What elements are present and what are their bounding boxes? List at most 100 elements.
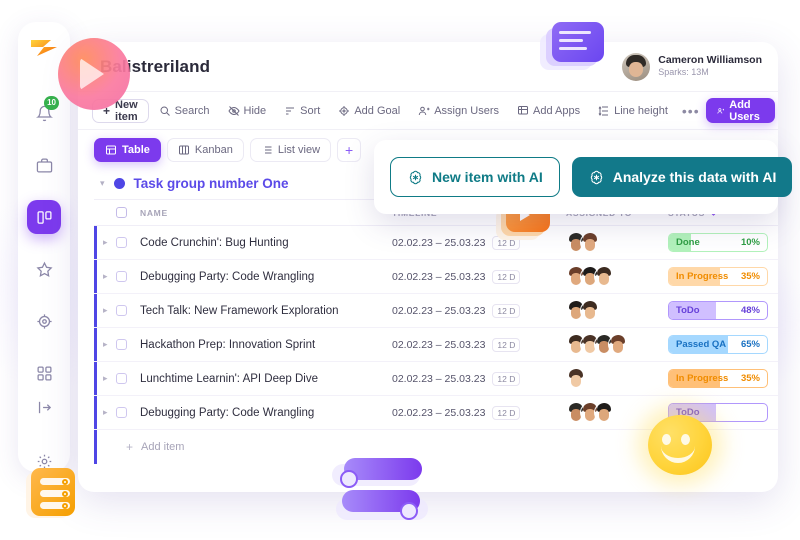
timeline-range: 02.02.23 – 25.03.23 xyxy=(392,304,486,317)
expand-row-button[interactable]: ▸ xyxy=(94,407,116,418)
status-badge[interactable]: ToDo 48% xyxy=(668,301,768,320)
timeline-range: 02.02.23 – 25.03.23 xyxy=(392,270,486,283)
sidebar-item-favorites[interactable] xyxy=(27,252,61,286)
table-row[interactable]: ▸ Debugging Party: Code Wrangling 02.02.23… xyxy=(94,260,778,294)
task-timeline[interactable]: 02.02.23 – 25.03.23 12 D xyxy=(392,269,560,284)
add-view-button[interactable]: + xyxy=(337,138,362,162)
window-header: Balistreriland Cameron Williamson Sparks… xyxy=(78,42,778,92)
status-label: In Progress xyxy=(676,373,729,384)
sidebar-item-collapse-sidebar[interactable] xyxy=(27,390,61,424)
timeline-range: 02.02.23 – 25.03.23 xyxy=(392,406,486,419)
row-checkbox[interactable] xyxy=(116,305,127,316)
task-timeline[interactable]: 02.02.23 – 25.03.23 12 D xyxy=(392,371,560,386)
group-color-bar xyxy=(94,328,97,361)
decorative-smiley-emoji xyxy=(648,415,712,475)
toolbar-add-apps-button[interactable]: Add Apps xyxy=(509,99,588,123)
toolbar-hide-button[interactable]: Hide xyxy=(220,99,275,123)
group-color-bar xyxy=(94,396,97,429)
status-badge[interactable]: Done 10% xyxy=(668,233,768,252)
status-label: Done xyxy=(676,237,700,248)
expand-row-button[interactable]: ▸ xyxy=(94,373,116,384)
row-checkbox[interactable] xyxy=(116,373,127,384)
task-assignees[interactable] xyxy=(560,232,668,253)
select-all-checkbox[interactable] xyxy=(116,207,127,218)
table-row[interactable]: ▸ Lunchtime Learnin': API Deep Dive 02.02.… xyxy=(94,362,778,396)
task-assignees[interactable] xyxy=(560,334,668,355)
sidebar-item-apps[interactable] xyxy=(27,356,61,390)
target-icon xyxy=(339,105,350,116)
task-timeline[interactable]: 02.02.23 – 25.03.23 12 D xyxy=(392,303,560,318)
status-percent: 35% xyxy=(740,373,760,384)
analyze-data-with-ai-button[interactable]: Analyze this data with AI xyxy=(571,157,793,197)
task-name: Debugging Party: Code Wrangling xyxy=(140,406,315,419)
status-badge[interactable]: In Progress 35% xyxy=(668,267,768,286)
table-row[interactable]: ▸ Code Crunchin': Bug Hunting 02.02.23 – 2… xyxy=(94,226,778,260)
status-badge[interactable]: In Progress 35% xyxy=(668,369,768,388)
decorative-card-top xyxy=(540,20,606,78)
tab-label: List view xyxy=(277,144,321,156)
chevron-down-icon[interactable]: ▾ xyxy=(100,178,105,189)
avatar xyxy=(580,232,601,253)
table-row[interactable]: ▸ Tech Talk: New Framework Exploration 02.… xyxy=(94,294,778,328)
task-timeline[interactable]: 02.02.23 – 25.03.23 12 D xyxy=(392,405,560,420)
task-name: Hackathon Prep: Innovation Sprint xyxy=(140,338,316,351)
task-assignees[interactable] xyxy=(560,368,668,389)
toolbar-more-button[interactable]: ••• xyxy=(678,103,704,119)
timeline-range: 02.02.23 – 25.03.23 xyxy=(392,372,486,385)
toolbar-assign-users-button[interactable]: Assign Users xyxy=(410,99,507,123)
sidebar-item-goals[interactable] xyxy=(27,304,61,338)
row-checkbox[interactable] xyxy=(116,237,127,248)
user-plus-icon xyxy=(418,106,430,115)
analyze-data-with-ai-label: Analyze this data with AI xyxy=(612,169,777,185)
sidebar-item-workspace[interactable] xyxy=(27,148,61,182)
sidebar-item-boards[interactable] xyxy=(27,200,61,234)
timeline-duration: 12 D xyxy=(492,405,521,420)
table-body: ▸ Code Crunchin': Bug Hunting 02.02.23 – 2… xyxy=(94,226,778,430)
apps-icon xyxy=(517,105,528,114)
screenshot-root: 10 Balistreriland Cameron Williamson Spa… xyxy=(0,0,800,540)
expand-row-button[interactable]: ▸ xyxy=(94,271,116,282)
add-users-label: Add Users xyxy=(729,98,760,123)
task-assignees[interactable] xyxy=(560,266,668,287)
sidebar-item-notifications[interactable]: 10 xyxy=(27,96,61,130)
group-color-bar xyxy=(94,226,97,259)
expand-row-button[interactable]: ▸ xyxy=(94,305,116,316)
toolbar-item-label: Hide xyxy=(243,104,267,117)
table-row[interactable]: ▸ Hackathon Prep: Innovation Sprint 02.02.… xyxy=(94,328,778,362)
plus-icon: + xyxy=(126,440,134,454)
row-checkbox[interactable] xyxy=(116,271,127,282)
toolbar-search-button[interactable]: Search xyxy=(151,99,218,123)
new-item-with-ai-label: New item with AI xyxy=(432,169,543,185)
list-icon xyxy=(262,146,272,154)
openai-icon xyxy=(409,170,422,184)
toolbar-line-height-button[interactable]: Line height xyxy=(590,99,676,123)
task-name: Lunchtime Learnin': API Deep Dive xyxy=(140,372,318,385)
task-assignees[interactable] xyxy=(560,300,668,321)
ai-popup: New item with AI Analyze this data with … xyxy=(374,140,793,214)
tab-list-view[interactable]: List view xyxy=(249,138,332,162)
toolbar-add-goal-button[interactable]: Add Goal xyxy=(330,99,408,123)
status-label: Passed QA xyxy=(676,339,727,350)
row-checkbox[interactable] xyxy=(116,407,127,418)
tab-table[interactable]: Table xyxy=(94,138,161,162)
user-profile[interactable]: Cameron Williamson Sparks: 13M xyxy=(622,52,762,81)
status-badge[interactable]: Passed QA 65% xyxy=(668,335,768,354)
user-name: Cameron Williamson xyxy=(658,54,762,67)
task-assignees[interactable] xyxy=(560,402,668,423)
expand-row-button[interactable]: ▸ xyxy=(94,339,116,350)
status-label: In Progress xyxy=(676,271,729,282)
tab-kanban[interactable]: Kanban xyxy=(166,138,244,162)
new-item-with-ai-button[interactable]: New item with AI xyxy=(390,157,560,197)
avatar xyxy=(580,300,601,321)
task-timeline[interactable]: 02.02.23 – 25.03.23 12 D xyxy=(392,337,560,352)
group-color-dot xyxy=(113,178,125,189)
avatar xyxy=(608,334,629,355)
toolbar-sort-button[interactable]: Sort xyxy=(276,99,328,123)
app-logo-icon xyxy=(27,32,61,62)
openai-icon xyxy=(590,170,602,184)
row-checkbox[interactable] xyxy=(116,339,127,350)
search-icon xyxy=(160,106,170,116)
add-users-button[interactable]: Add Users xyxy=(705,98,776,123)
expand-row-button[interactable]: ▸ xyxy=(94,237,116,248)
user-subtitle: Sparks: 13M xyxy=(658,67,709,78)
